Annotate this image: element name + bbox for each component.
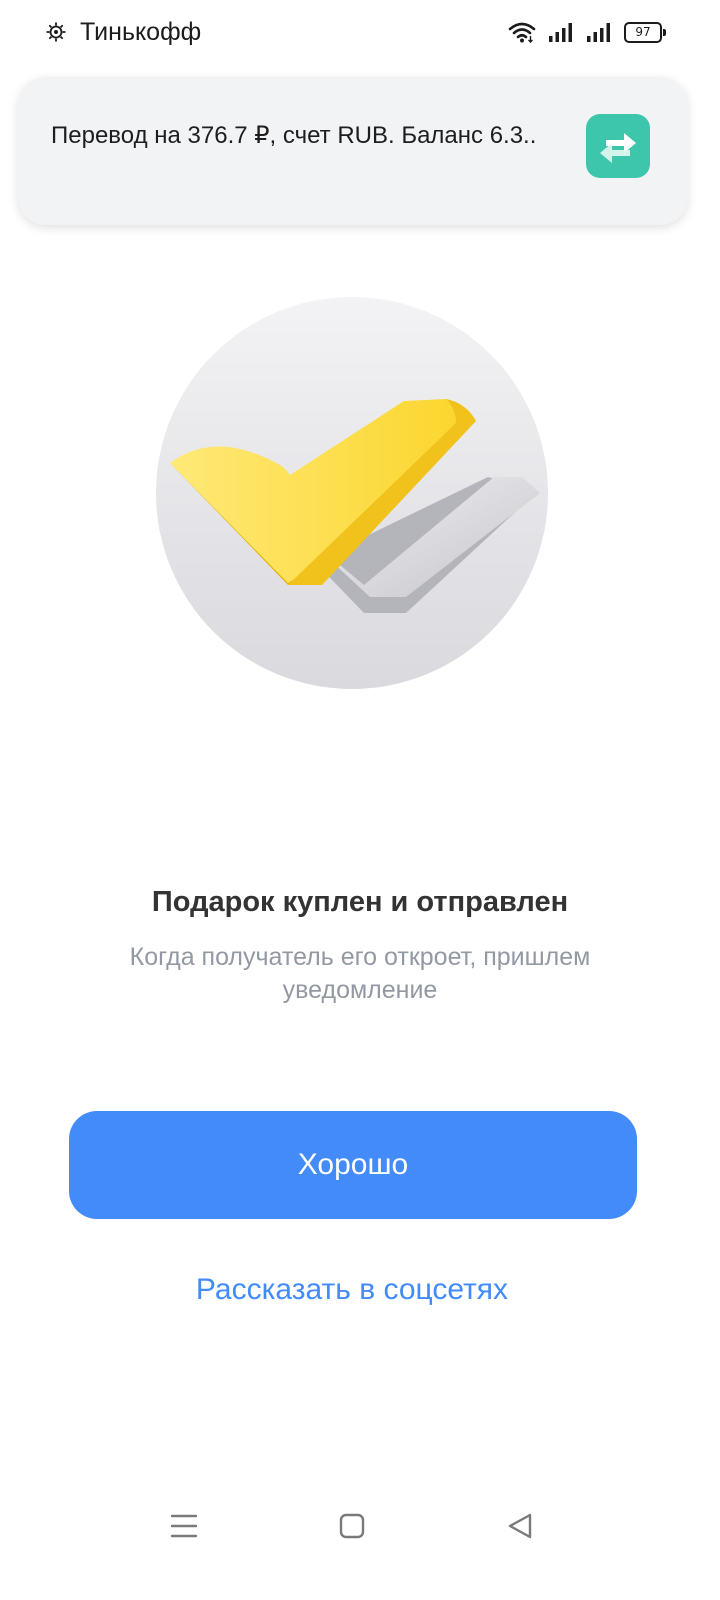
gift-sent-screen: Тинькофф 97 Перевод на 376.7 ₽, счет RUB… bbox=[0, 0, 720, 1600]
double-checkmark-icon bbox=[156, 297, 548, 689]
battery-indicator: 97 bbox=[624, 21, 666, 43]
page-subtitle: Когда получатель его откроет, пришлем ув… bbox=[129, 943, 591, 1004]
wifi-icon bbox=[508, 22, 536, 43]
signal-icon-1 bbox=[549, 23, 572, 42]
notification-text: Перевод на 376.7 ₽, счет RUB. Баланс 6.3… bbox=[51, 122, 537, 149]
app-gear-icon bbox=[46, 22, 66, 42]
triangle-back-icon[interactable] bbox=[502, 1508, 538, 1544]
status-indicators: 97 bbox=[508, 20, 666, 44]
status-app-name: Тинькофф bbox=[80, 18, 202, 46]
page-title: Подарок куплен и отправлен bbox=[151, 886, 569, 918]
ok-button[interactable]: Хорошо bbox=[69, 1111, 637, 1219]
status-bar: Тинькофф 97 bbox=[0, 0, 720, 64]
system-nav-bar bbox=[0, 1490, 720, 1560]
transfer-arrows-icon bbox=[586, 114, 650, 178]
square-home-icon[interactable] bbox=[334, 1508, 370, 1544]
transfer-notification[interactable]: Перевод на 376.7 ₽, счет RUB. Баланс 6.3… bbox=[18, 77, 688, 225]
menu-lines-icon[interactable] bbox=[166, 1508, 202, 1544]
share-social-link[interactable]: Рассказать в соцсетях bbox=[0, 1268, 704, 1312]
signal-icon-2 bbox=[587, 23, 610, 42]
